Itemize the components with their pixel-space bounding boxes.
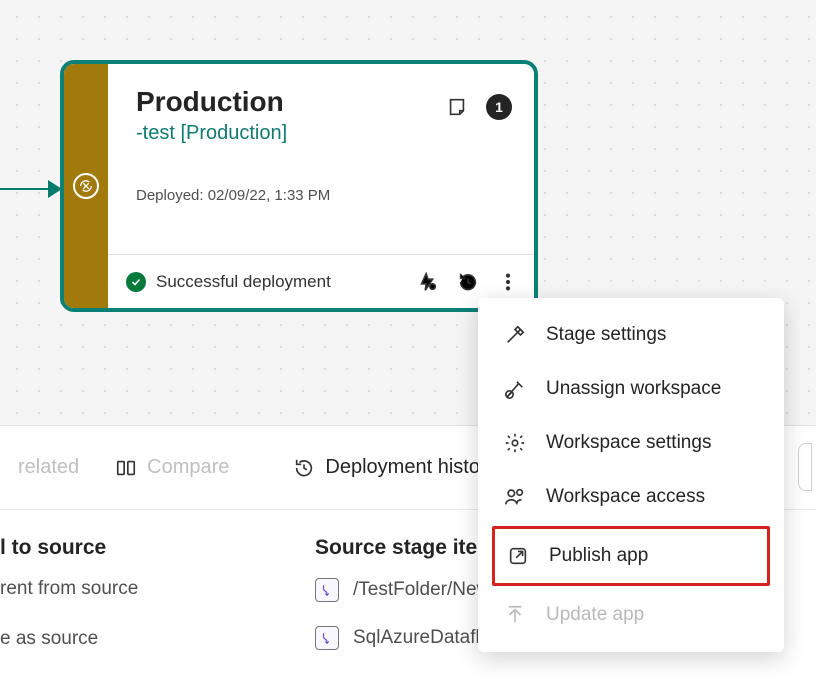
stage-status-text: Successful deployment xyxy=(156,272,331,292)
note-icon[interactable] xyxy=(442,92,472,122)
toolbar-compare[interactable]: Compare xyxy=(97,456,247,479)
partial-text-row: rent from source xyxy=(0,578,255,600)
menu-label: Workspace settings xyxy=(546,432,711,454)
refresh-circle-icon xyxy=(73,173,99,199)
deploy-action-icon[interactable] xyxy=(408,262,448,302)
menu-workspace-settings[interactable]: Workspace settings xyxy=(478,416,784,470)
menu-update-app: Update app xyxy=(478,588,784,642)
stage-count-badge[interactable]: 1 xyxy=(486,94,512,120)
toolbar-label: related xyxy=(18,456,79,479)
toolbar-label: Deployment history xyxy=(325,456,496,479)
menu-label: Stage settings xyxy=(546,324,666,346)
menu-unassign-workspace[interactable]: Unassign workspace xyxy=(478,362,784,416)
column-header-left: l to source xyxy=(0,536,255,560)
stage-card-footer: Successful deployment xyxy=(108,254,534,308)
stage-card-body: Production -test [Production] Deployed: … xyxy=(108,64,534,308)
menu-label: Workspace access xyxy=(546,486,705,508)
menu-label: Unassign workspace xyxy=(546,378,721,400)
menu-label: Publish app xyxy=(549,545,648,567)
stage-card-production[interactable]: Production -test [Production] Deployed: … xyxy=(60,60,538,312)
stage-subtitle: -test [Production] xyxy=(136,122,506,145)
menu-stage-settings[interactable]: Stage settings xyxy=(478,308,784,362)
stage-deployed-timestamp: Deployed: 02/09/22, 1:33 PM xyxy=(136,187,506,204)
dataflow-icon xyxy=(315,578,339,602)
connector-line xyxy=(0,188,50,190)
menu-publish-app[interactable]: Publish app xyxy=(495,529,767,583)
toolbar-related[interactable]: related xyxy=(0,456,97,479)
panel-right-edge-control[interactable] xyxy=(798,443,812,491)
more-menu-icon[interactable] xyxy=(488,262,528,302)
history-icon[interactable] xyxy=(448,262,488,302)
toolbar-label: Compare xyxy=(147,456,229,479)
partial-text-row: e as source xyxy=(0,628,255,650)
stage-accent-bar xyxy=(64,64,108,308)
dataflow-icon xyxy=(315,626,339,650)
menu-label: Update app xyxy=(546,604,644,626)
stage-more-menu: Stage settings Unassign workspace Worksp… xyxy=(478,298,784,652)
menu-workspace-access[interactable]: Workspace access xyxy=(478,470,784,524)
success-check-icon xyxy=(126,272,146,292)
highlight-box: Publish app xyxy=(492,526,770,586)
